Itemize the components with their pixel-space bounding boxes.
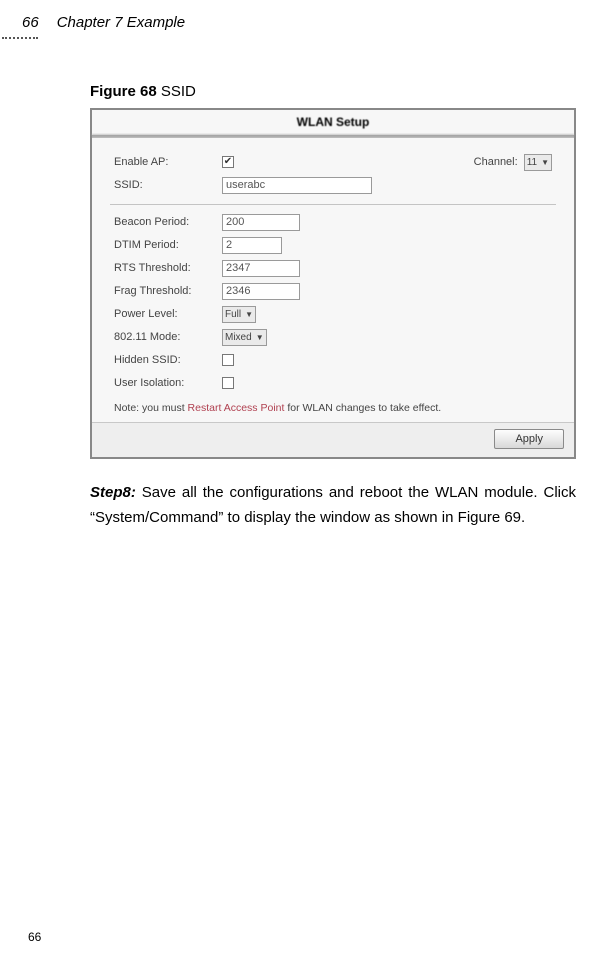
label-channel: Channel: [474, 156, 518, 168]
content-area: Figure 68 SSID WLAN Setup Enable AP: Cha… [90, 83, 576, 531]
row-rts: RTS Threshold: 2347 [114, 259, 552, 277]
panel-body: Enable AP: Channel: 11 ▼ SSID: userabc [92, 138, 574, 422]
row-power: Power Level: Full ▼ [114, 305, 552, 323]
label-beacon-period: Beacon Period: [114, 216, 222, 228]
input-frag-threshold[interactable]: 2346 [222, 283, 300, 300]
label-user-isolation: User Isolation: [114, 377, 222, 389]
header-chapter-title: Chapter 7 Example [57, 14, 185, 31]
panel-title: WLAN Setup [92, 110, 574, 135]
label-rts-threshold: RTS Threshold: [114, 262, 222, 274]
label-enable-ap: Enable AP: [114, 156, 222, 168]
note-prefix: Note: you must [114, 402, 188, 414]
footer-page-number: 66 [28, 930, 41, 944]
label-80211-mode: 802.11 Mode: [114, 331, 222, 343]
row-dtim: DTIM Period: 2 [114, 236, 552, 254]
chevron-down-icon: ▼ [256, 333, 264, 342]
select-80211-mode[interactable]: Mixed ▼ [222, 329, 267, 346]
chevron-down-icon: ▼ [245, 310, 253, 319]
label-power-level: Power Level: [114, 308, 222, 320]
label-dtim-period: DTIM Period: [114, 239, 222, 251]
divider-1 [110, 204, 556, 205]
row-beacon: Beacon Period: 200 [114, 213, 552, 231]
note-suffix: for WLAN changes to take effect. [284, 402, 441, 414]
label-ssid: SSID: [114, 179, 222, 191]
input-rts-threshold[interactable]: 2347 [222, 260, 300, 277]
select-channel-value: 11 [527, 157, 537, 168]
step8-text: Save all the configurations and reboot t… [90, 484, 576, 526]
figure-caption: Figure 68 SSID [90, 83, 576, 100]
step8-label: Step8: [90, 484, 136, 501]
row-mode: 802.11 Mode: Mixed ▼ [114, 328, 552, 346]
note-text: Note: you must Restart Access Point for … [114, 402, 552, 414]
input-ssid[interactable]: userabc [222, 177, 372, 194]
checkbox-hidden-ssid[interactable] [222, 354, 234, 366]
input-dtim-period[interactable]: 2 [222, 237, 282, 254]
figure-caption-rest: SSID [157, 83, 196, 100]
select-mode-value: Mixed [225, 332, 252, 343]
apply-button[interactable]: Apply [494, 429, 564, 449]
row-hidden-ssid: Hidden SSID: [114, 351, 552, 369]
page: 66 Chapter 7 Example Figure 68 SSID WLAN… [0, 0, 612, 964]
row-enable-ap: Enable AP: Channel: 11 ▼ [114, 153, 552, 171]
apply-bar: Apply [92, 422, 574, 457]
wlan-setup-panel: WLAN Setup Enable AP: Channel: 11 ▼ S [90, 108, 576, 459]
select-power-level[interactable]: Full ▼ [222, 306, 256, 323]
figure-caption-bold: Figure 68 [90, 83, 157, 100]
channel-group: Channel: 11 ▼ [474, 154, 552, 171]
row-ssid: SSID: userabc [114, 176, 552, 194]
header-dotted-rule [2, 37, 38, 39]
chevron-down-icon: ▼ [541, 158, 549, 167]
step8-paragraph: Step8: Save all the configurations and r… [90, 481, 576, 531]
label-frag-threshold: Frag Threshold: [114, 285, 222, 297]
checkbox-user-isolation[interactable] [222, 377, 234, 389]
select-power-value: Full [225, 309, 241, 320]
row-user-isolation: User Isolation: [114, 374, 552, 392]
input-beacon-period[interactable]: 200 [222, 214, 300, 231]
page-header: 66 Chapter 7 Example [22, 14, 584, 31]
restart-access-point-link[interactable]: Restart Access Point [188, 402, 285, 414]
checkbox-enable-ap[interactable] [222, 156, 234, 168]
row-frag: Frag Threshold: 2346 [114, 282, 552, 300]
header-page-number: 66 [22, 14, 39, 31]
select-channel[interactable]: 11 ▼ [524, 154, 552, 171]
label-hidden-ssid: Hidden SSID: [114, 354, 222, 366]
